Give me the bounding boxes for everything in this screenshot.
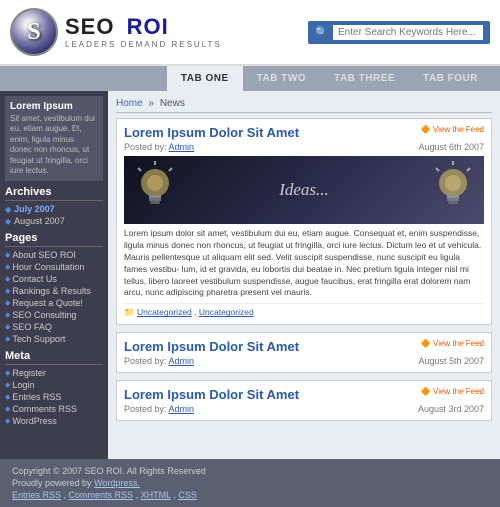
logo-tagline: Leaders Demand Results [65,40,222,49]
meta-login[interactable]: ◆Login [5,379,103,391]
main-wrap: Lorem Ipsum Sit amet, vestibulum dui eu,… [0,91,500,459]
post-1-title[interactable]: Lorem Ipsum Dolor Sit Amet [124,125,299,140]
page-tech[interactable]: ◆Tech Support [5,333,103,345]
post-1-categories: 📁 Uncategorized , Uncategorized [124,303,484,318]
archive-july-label: July 2007 [14,204,55,214]
logo-roi: ROI [127,14,169,39]
tab-four[interactable]: TAB FouR [409,66,492,91]
logo-text-group: SEO ROI Leaders Demand Results [65,15,222,48]
search-input[interactable] [333,25,483,40]
tab-one[interactable]: TAB ONE [167,66,243,91]
post-2-author[interactable]: Admin [169,356,195,366]
page-seo-consulting[interactable]: ◆SEO Consulting [5,309,103,321]
post-3-title[interactable]: Lorem Ipsum Dolor Sit Amet [124,387,299,402]
footer-css[interactable]: CSS [178,490,197,500]
logo-circle: S [10,8,58,56]
page-about[interactable]: ◆About SEO ROI [5,249,103,261]
category-2[interactable]: Uncategorized [199,307,254,317]
promo-body: Sit amet, vestibulum dui eu, etiam augue… [10,114,98,176]
categories-icon: 📁 [124,307,135,317]
page-seo-faq[interactable]: ◆SEO FAQ [5,321,103,333]
page-rankings[interactable]: ◆Rankings & Results [5,285,103,297]
footer-xhtml[interactable]: XHTML [141,490,171,500]
footer-links: Entries RSS , Comments RSS , XHTML , CSS [12,490,488,500]
page-quote[interactable]: ◆Request a Quote! [5,297,103,309]
post-3-date: August 3rd 2007 [418,404,484,414]
post-1-body: Lorem ipsum dolor sit amet, vestibulum d… [124,228,484,299]
promo-title: Lorem Ipsum [10,101,98,112]
footer-wordpress-link[interactable]: Wordpress. [94,478,140,488]
sidebar-promo: Lorem Ipsum Sit amet, vestibulum dui eu,… [5,96,103,181]
logo-seo: SEO [65,14,114,39]
post-2-meta: Posted by: Admin August 5th 2007 [124,356,484,366]
ideas-banner: Ideas... [124,156,484,224]
pages-title: Pages [5,232,103,247]
breadcrumb: Home » News [116,98,492,113]
post-1-header: Lorem Ipsum Dolor Sit Amet 🔶 View the Fe… [124,125,484,140]
footer-comments-rss[interactable]: Comments RSS [69,490,134,500]
archive-july[interactable]: ◆ July 2007 [5,203,103,215]
post-card-2: Lorem Ipsum Dolor Sit Amet 🔶 View the Fe… [116,332,492,373]
post-2-date: August 5th 2007 [418,356,484,366]
post-3-author[interactable]: Admin [169,404,195,414]
footer-entries-rss[interactable]: Entries RSS [12,490,61,500]
post-1-feed[interactable]: 🔶 View the Feed [421,125,484,134]
breadcrumb-separator: » [148,98,154,109]
search-area[interactable]: 🔍 [308,21,490,44]
meta-wordpress[interactable]: ◆WordPress [5,415,103,427]
page-contact[interactable]: ◆Contact Us [5,273,103,285]
post-2-title[interactable]: Lorem Ipsum Dolor Sit Amet [124,339,299,354]
post-3-meta: Posted by: Admin August 3rd 2007 [124,404,484,414]
category-1[interactable]: Uncategorized [137,307,192,317]
logo-s-letter: S [27,19,40,46]
ideas-text: Ideas... [279,180,329,200]
post-1-meta: Posted by: Admin August 6th 2007 [124,142,484,152]
meta-comments-rss[interactable]: ◆Comments RSS [5,403,103,415]
post-2-feed[interactable]: 🔶 View the Feed [421,339,484,348]
meta-entries-rss[interactable]: ◆Entries RSS [5,391,103,403]
archive-august[interactable]: ◆ August 2007 [5,215,103,227]
archives-title: Archives [5,186,103,201]
bulb-right-icon [434,161,472,219]
logo-area: S SEO ROI Leaders Demand Results [10,8,222,56]
post-1-author[interactable]: Admin [169,142,195,152]
tab-three[interactable]: Tab Three [320,66,409,91]
post-card-1: Lorem Ipsum Dolor Sit Amet 🔶 View the Fe… [116,118,492,325]
footer-copyright: Copyright © 2007 SEO ROI. All Rights Res… [12,466,488,476]
breadcrumb-current: News [160,98,185,109]
post-2-header: Lorem Ipsum Dolor Sit Amet 🔶 View the Fe… [124,339,484,354]
content-area: Home » News Lorem Ipsum Dolor Sit Amet 🔶… [108,91,500,459]
sidebar: Lorem Ipsum Sit amet, vestibulum dui eu,… [0,91,108,459]
tab-two[interactable]: TAB TWO [243,66,320,91]
nav-tabs: TAB ONE TAB TWO Tab Three TAB FouR [0,66,500,91]
archive-august-label: August 2007 [14,216,65,226]
meta-register[interactable]: ◆Register [5,367,103,379]
logo-title: SEO ROI [65,15,222,39]
post-card-3: Lorem Ipsum Dolor Sit Amet 🔶 View the Fe… [116,380,492,421]
header: S SEO ROI Leaders Demand Results 🔍 [0,0,500,66]
post-3-header: Lorem Ipsum Dolor Sit Amet 🔶 View the Fe… [124,387,484,402]
footer-rights: All Rights Reserved [127,466,206,476]
bullet-icon: ◆ [5,205,11,214]
post-1-date: August 6th 2007 [418,142,484,152]
page-hour[interactable]: ◆Hour Consultation [5,261,103,273]
search-icon: 🔍 [315,26,329,39]
footer-powered: Proudly powered by Wordpress. [12,478,488,488]
bulb-left-icon [136,161,174,219]
post-3-feed[interactable]: 🔶 View the Feed [421,387,484,396]
breadcrumb-home[interactable]: Home [116,98,143,109]
bullet-icon-aug: ◆ [5,217,11,226]
meta-title: Meta [5,350,103,365]
